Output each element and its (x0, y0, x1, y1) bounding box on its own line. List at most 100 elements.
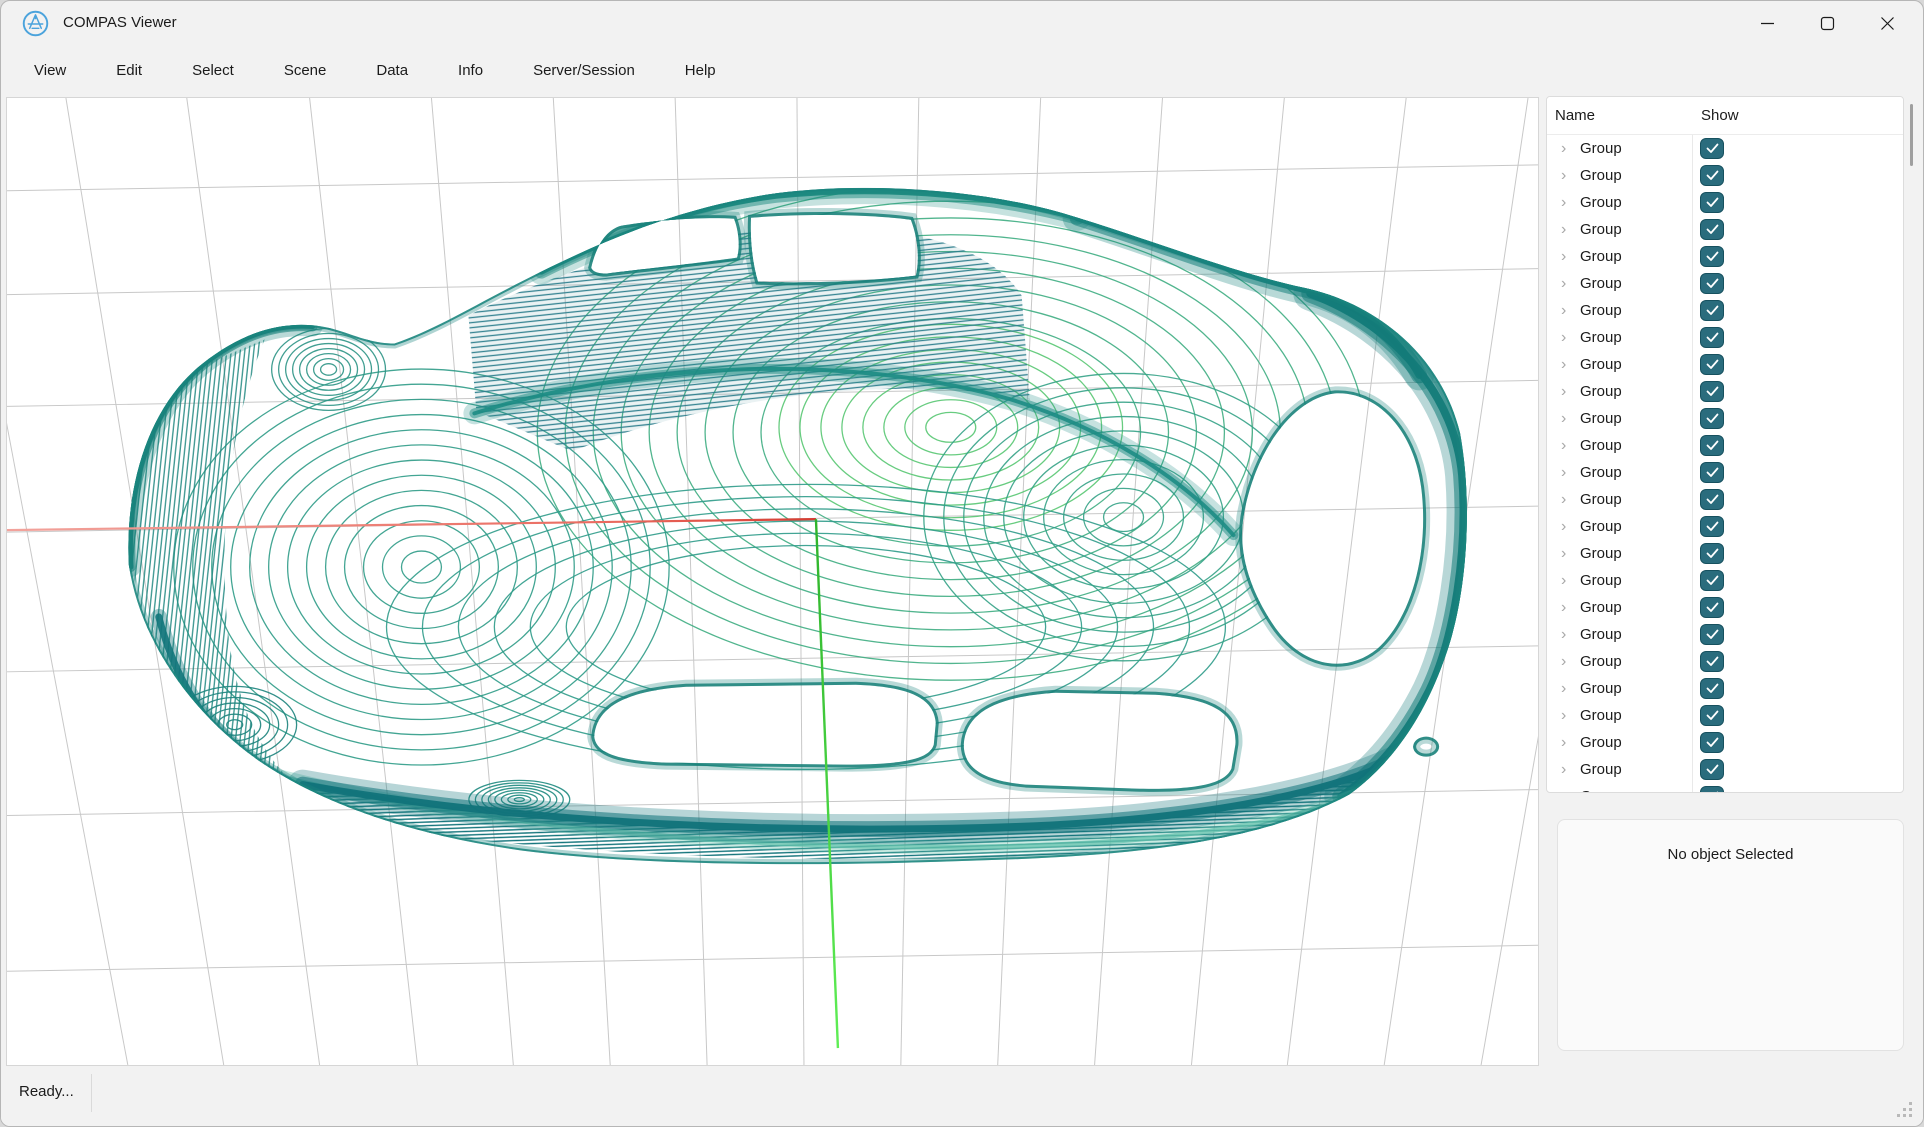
chevron-right-icon[interactable]: › (1561, 784, 1566, 792)
show-checkbox[interactable] (1700, 570, 1724, 591)
chevron-right-icon[interactable]: › (1561, 433, 1566, 458)
chevron-right-icon[interactable]: › (1561, 244, 1566, 269)
menu-data[interactable]: Data (351, 45, 433, 97)
tree-row-group[interactable]: ›Group (1547, 324, 1903, 351)
show-checkbox[interactable] (1700, 381, 1724, 402)
tree-row-group[interactable]: ›Group (1547, 405, 1903, 432)
chevron-right-icon[interactable]: › (1561, 676, 1566, 701)
tree-row-group[interactable]: ›Group (1547, 216, 1903, 243)
chevron-right-icon[interactable]: › (1561, 406, 1566, 431)
scene-canvas[interactable] (7, 98, 1538, 1065)
tree-row-group[interactable]: ›Group (1547, 486, 1903, 513)
show-checkbox[interactable] (1700, 651, 1724, 672)
tree-row-group[interactable]: ›Group (1547, 243, 1903, 270)
tree-row-group[interactable]: ›Group (1547, 297, 1903, 324)
show-checkbox[interactable] (1700, 327, 1724, 348)
menu-server-session[interactable]: Server/Session (508, 45, 660, 97)
tree-row-group[interactable]: ›Group (1547, 459, 1903, 486)
maximize-button[interactable] (1797, 1, 1857, 45)
tree-row-group[interactable]: ›Group (1547, 162, 1903, 189)
tree-row-group[interactable]: ›Group (1547, 567, 1903, 594)
group-label: Group (1580, 513, 1622, 540)
show-checkbox[interactable] (1700, 543, 1724, 564)
show-checkbox[interactable] (1700, 678, 1724, 699)
tree-row-group[interactable]: ›Group (1547, 621, 1903, 648)
show-checkbox[interactable] (1700, 192, 1724, 213)
menu-view[interactable]: View (9, 45, 91, 97)
tree-row-group[interactable]: › Group (1547, 189, 1903, 216)
checkmark-icon (1706, 197, 1719, 208)
tree-row-group[interactable]: ›Group (1547, 432, 1903, 459)
chevron-right-icon[interactable]: › (1561, 325, 1566, 350)
chevron-right-icon[interactable]: › (1561, 136, 1566, 161)
group-label: Group (1580, 189, 1622, 216)
checkmark-icon (1706, 305, 1719, 316)
checkmark-icon (1706, 575, 1719, 586)
chevron-right-icon[interactable]: › (1561, 163, 1566, 188)
show-checkbox[interactable] (1700, 516, 1724, 537)
tree-row-group[interactable]: ›Group (1547, 783, 1903, 792)
tree-row-group[interactable]: ›Group (1547, 675, 1903, 702)
show-checkbox[interactable] (1700, 138, 1724, 159)
close-button[interactable] (1857, 1, 1917, 45)
chevron-right-icon[interactable]: › (1561, 460, 1566, 485)
tree-row-group[interactable]: › Group (1547, 378, 1903, 405)
show-checkbox[interactable] (1700, 435, 1724, 456)
show-checkbox[interactable] (1700, 462, 1724, 483)
chevron-right-icon[interactable]: › (1561, 568, 1566, 593)
tree-row-group[interactable]: ›Group (1547, 648, 1903, 675)
show-checkbox[interactable] (1700, 408, 1724, 429)
checkmark-icon (1706, 548, 1719, 559)
minimize-button[interactable] (1737, 1, 1797, 45)
chevron-right-icon[interactable]: › (1561, 649, 1566, 674)
menu-help[interactable]: Help (660, 45, 741, 97)
tree-row-group[interactable]: ›Group (1547, 135, 1903, 162)
show-checkbox[interactable] (1700, 786, 1724, 792)
chevron-right-icon[interactable]: › (1561, 703, 1566, 728)
tree-row-group[interactable]: ›Group (1547, 594, 1903, 621)
checkmark-icon (1706, 764, 1719, 775)
show-checkbox[interactable] (1700, 246, 1724, 267)
tree-row-group[interactable]: ›Group (1547, 702, 1903, 729)
chevron-right-icon[interactable]: › (1561, 379, 1566, 404)
tree-row-group[interactable]: ›Group (1547, 270, 1903, 297)
group-label: Group (1580, 378, 1622, 405)
show-checkbox[interactable] (1700, 759, 1724, 780)
tree-row-group[interactable]: ›Group (1547, 756, 1903, 783)
chevron-right-icon[interactable]: › (1561, 271, 1566, 296)
show-checkbox[interactable] (1700, 219, 1724, 240)
viewport-3d[interactable] (6, 97, 1539, 1066)
menu-scene[interactable]: Scene (259, 45, 352, 97)
show-checkbox[interactable] (1700, 354, 1724, 375)
tree-row-group[interactable]: ›Group (1547, 540, 1903, 567)
menu-info[interactable]: Info (433, 45, 508, 97)
checkmark-icon (1706, 467, 1719, 478)
show-checkbox[interactable] (1700, 624, 1724, 645)
chevron-right-icon[interactable]: › (1561, 190, 1566, 215)
show-checkbox[interactable] (1700, 705, 1724, 726)
show-checkbox[interactable] (1700, 300, 1724, 321)
chevron-right-icon[interactable]: › (1561, 514, 1566, 539)
tree-row-group[interactable]: ›Group (1547, 351, 1903, 378)
chevron-right-icon[interactable]: › (1561, 541, 1566, 566)
resize-grip-icon[interactable] (1896, 1101, 1914, 1119)
chevron-right-icon[interactable]: › (1561, 595, 1566, 620)
chevron-right-icon[interactable]: › (1561, 487, 1566, 512)
chevron-right-icon[interactable]: › (1561, 352, 1566, 377)
show-checkbox[interactable] (1700, 273, 1724, 294)
tree-row-group[interactable]: › Group (1547, 513, 1903, 540)
checkmark-icon (1706, 170, 1719, 181)
menu-edit[interactable]: Edit (91, 45, 167, 97)
chevron-right-icon[interactable]: › (1561, 217, 1566, 242)
menu-select[interactable]: Select (167, 45, 259, 97)
show-checkbox[interactable] (1700, 489, 1724, 510)
tree-row-group[interactable]: ›Group (1547, 729, 1903, 756)
chevron-right-icon[interactable]: › (1561, 757, 1566, 782)
show-checkbox[interactable] (1700, 597, 1724, 618)
chevron-right-icon[interactable]: › (1561, 298, 1566, 323)
tree-scrollbar[interactable] (1910, 104, 1913, 166)
chevron-right-icon[interactable]: › (1561, 622, 1566, 647)
show-checkbox[interactable] (1700, 732, 1724, 753)
chevron-right-icon[interactable]: › (1561, 730, 1566, 755)
show-checkbox[interactable] (1700, 165, 1724, 186)
